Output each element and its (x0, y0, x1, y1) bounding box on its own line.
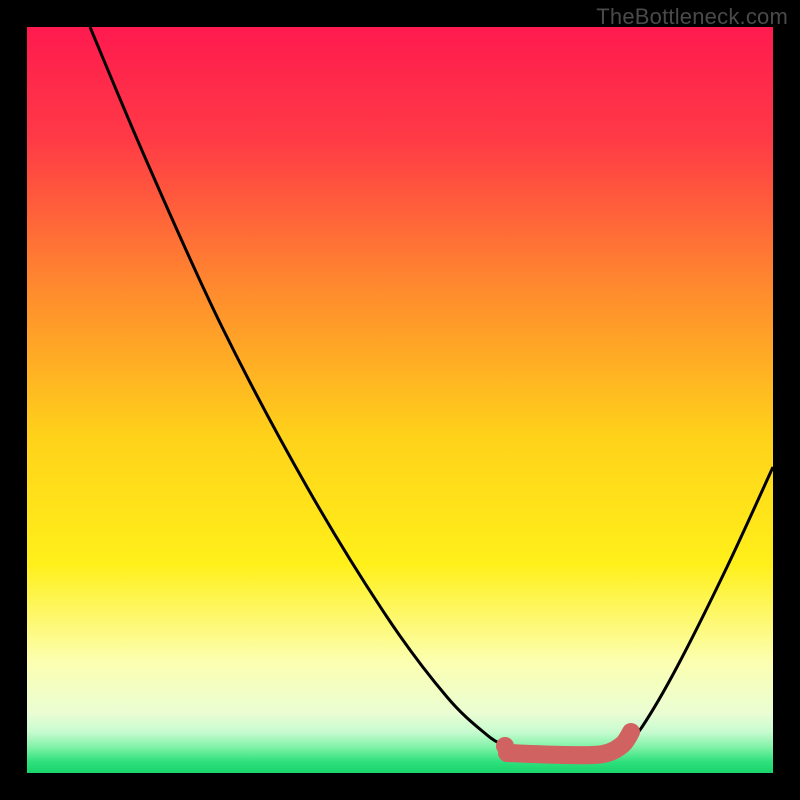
bottleneck-curve-right (624, 467, 773, 747)
curves-layer (27, 27, 773, 773)
chart-frame: TheBottleneck.com (0, 0, 800, 800)
optimal-band (507, 732, 631, 755)
bottleneck-curve-left (90, 27, 505, 746)
watermark-text: TheBottleneck.com (596, 4, 788, 30)
plot-area (27, 27, 773, 773)
optimal-start-dot (496, 737, 514, 755)
